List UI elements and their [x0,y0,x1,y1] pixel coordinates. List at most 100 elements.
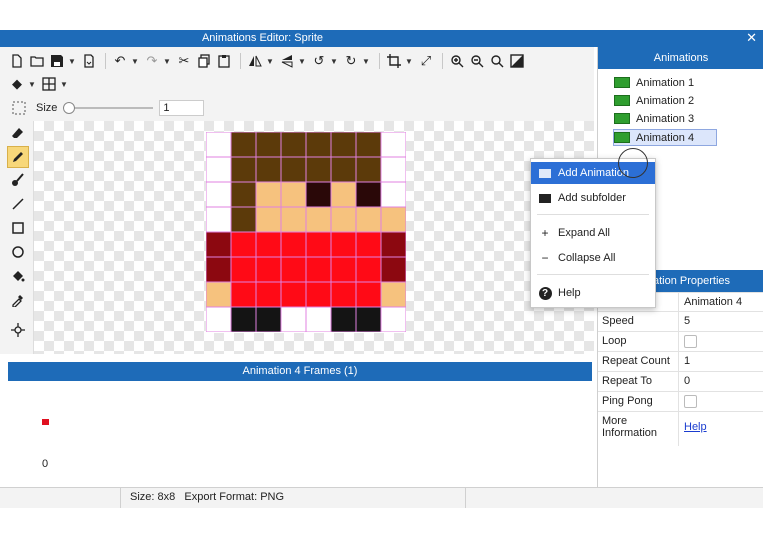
sprite-pixel[interactable] [231,182,256,207]
rotate-left-dropdown-icon[interactable]: ▼ [330,57,338,66]
rotate-left-icon[interactable]: ↺ [310,52,328,70]
close-icon[interactable]: ✕ [746,30,757,46]
sprite-pixel[interactable] [206,257,231,282]
sprite-pixel[interactable] [256,182,281,207]
animation-name-value[interactable]: Animation 4 [684,296,742,308]
sprite-pixel[interactable] [356,232,381,257]
sprite-pixel[interactable] [331,257,356,282]
sprite-pixel[interactable] [231,257,256,282]
sprite-pixel[interactable] [381,282,406,307]
sprite-pixel[interactable] [206,282,231,307]
rotate-right-dropdown-icon[interactable]: ▼ [362,57,370,66]
sprite-pixel[interactable] [231,157,256,182]
rectangle-icon[interactable] [8,218,28,238]
animation-list-item[interactable]: Animation 1 [614,75,694,90]
animation-list-item[interactable]: Animation 2 [614,93,694,108]
sprite-pixel[interactable] [281,257,306,282]
sprite-pixel[interactable] [306,132,331,157]
grid-dropdown-icon[interactable]: ▼ [60,80,68,89]
open-folder-icon[interactable] [28,52,46,70]
sprite-pixel[interactable] [281,182,306,207]
frame-thumbnail[interactable] [42,419,49,425]
grid-icon[interactable] [40,75,58,93]
paste-icon[interactable] [215,52,233,70]
property-checkbox[interactable] [684,335,697,348]
sprite-pixel[interactable] [306,182,331,207]
sprite-pixel[interactable] [331,157,356,182]
sprite-pixel[interactable] [381,132,406,157]
property-value[interactable]: 1 [684,355,690,367]
flip-vertical-icon[interactable] [278,52,296,70]
sprite-grid[interactable] [206,132,406,333]
property-value[interactable]: 5 [684,315,690,327]
sprite-pixel[interactable] [306,307,331,332]
sprite-pixel[interactable] [306,282,331,307]
property-value[interactable]: 0 [684,375,690,387]
animation-list-item[interactable]: Animation 3 [614,111,694,126]
sprite-pixel[interactable] [206,182,231,207]
resize-icon[interactable]: ⤢ [417,52,435,70]
undo-dropdown-icon[interactable]: ▼ [131,57,139,66]
selection-icon[interactable] [10,99,28,117]
sprite-pixel[interactable] [256,207,281,232]
sprite-pixel[interactable] [231,232,256,257]
line-icon[interactable] [8,194,28,214]
sprite-pixel[interactable] [356,282,381,307]
crop-icon[interactable] [385,52,403,70]
rotate-right-icon[interactable]: ↻ [342,52,360,70]
flip-h-dropdown-icon[interactable]: ▼ [266,57,274,66]
sprite-pixel[interactable] [381,182,406,207]
sprite-pixel[interactable] [206,207,231,232]
sprite-pixel[interactable] [281,132,306,157]
menu-item-help[interactable]: ? Help [531,282,655,304]
sprite-pixel[interactable] [356,157,381,182]
zoom-reset-icon[interactable] [488,52,506,70]
layers-dropdown-icon[interactable]: ▼ [28,80,36,89]
sprite-pixel[interactable] [306,232,331,257]
size-slider[interactable] [63,102,154,114]
redo-dropdown-icon[interactable]: ▼ [163,57,171,66]
property-checkbox[interactable] [684,395,697,408]
sprite-pixel[interactable] [256,307,281,332]
eyedropper-icon[interactable] [8,290,28,310]
sprite-pixel[interactable] [231,282,256,307]
sprite-pixel[interactable] [381,307,406,332]
sprite-pixel[interactable] [356,132,381,157]
sprite-pixel[interactable] [256,257,281,282]
sprite-pixel[interactable] [256,132,281,157]
sprite-pixel[interactable] [281,282,306,307]
flip-horizontal-icon[interactable] [246,52,264,70]
sprite-pixel[interactable] [356,257,381,282]
sprite-pixel[interactable] [381,232,406,257]
size-input[interactable]: 1 [159,100,205,116]
sprite-pixel[interactable] [231,307,256,332]
sprite-pixel[interactable] [381,207,406,232]
sprite-pixel[interactable] [281,207,306,232]
drawing-canvas[interactable] [34,121,594,354]
undo-icon[interactable]: ↶ [111,52,129,70]
sprite-pixel[interactable] [281,232,306,257]
pencil-icon[interactable] [7,146,29,168]
save-dropdown-icon[interactable]: ▼ [68,57,76,66]
sprite-pixel[interactable] [206,232,231,257]
sprite-pixel[interactable] [231,132,256,157]
menu-item-expand-all[interactable]: + Expand All [531,222,655,244]
menu-item-add-subfolder[interactable]: Add subfolder [531,187,655,209]
ellipse-icon[interactable] [8,242,28,262]
sprite-pixel[interactable] [356,182,381,207]
layers-icon[interactable]: ◆ [8,75,26,93]
animation-list-item[interactable]: Animation 4 [613,129,718,146]
menu-item-collapse-all[interactable]: − Collapse All [531,247,655,269]
sprite-pixel[interactable] [381,157,406,182]
brush-icon[interactable] [8,170,28,190]
sprite-pixel[interactable] [331,282,356,307]
sprite-pixel[interactable] [206,132,231,157]
sprite-pixel[interactable] [306,207,331,232]
sprite-pixel[interactable] [281,157,306,182]
save-icon[interactable] [48,52,66,70]
slider-thumb[interactable] [63,102,76,114]
zoom-in-icon[interactable] [448,52,466,70]
sprite-pixel[interactable] [231,207,256,232]
hotspot-icon[interactable] [8,320,28,340]
sprite-pixel[interactable] [256,232,281,257]
